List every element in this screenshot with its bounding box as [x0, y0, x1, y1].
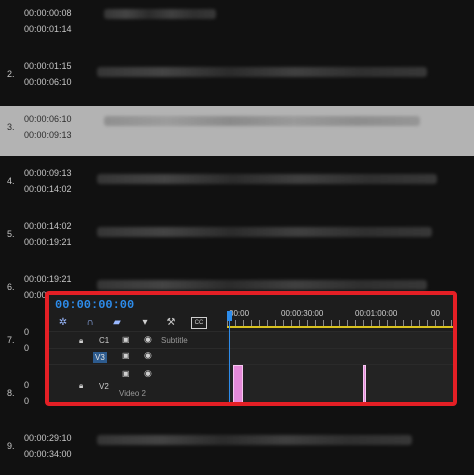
caption-item-selected[interactable]: 3. 00:00:06:10 00:00:09:13: [0, 106, 474, 156]
caption-item[interactable]: 5. 00:00:14:02 00:00:19:21: [0, 213, 474, 263]
timeline-panel[interactable]: 00:00:00:00 ✲ ∩ ▰ ▾ ⚒ CC 00:00 00:00:30:…: [45, 291, 457, 406]
caption-text-blurred: [104, 116, 420, 126]
caption-number: 6.: [7, 282, 15, 292]
time-ruler[interactable]: 00:00 00:00:30:00 00:01:00:00 00: [227, 305, 453, 331]
caption-out-timecode: 0: [24, 396, 30, 406]
caption-item[interactable]: 4. 00:00:09:13 00:00:14:02: [0, 160, 474, 210]
caption-text-blurred: [97, 280, 427, 290]
caption-out-timecode: 00:00:14:02: [24, 184, 72, 194]
eye-icon[interactable]: ◉: [144, 368, 152, 379]
caption-clip[interactable]: [363, 365, 366, 402]
ruler-label: 00:01:00:00: [355, 309, 398, 318]
caption-out-timecode: 00:00:09:13: [24, 130, 72, 140]
eye-icon[interactable]: ◉: [144, 350, 152, 361]
caption-number: 2.: [7, 69, 15, 79]
captions-icon[interactable]: CC: [191, 317, 207, 329]
caption-text-blurred: [97, 174, 437, 184]
caption-in-timecode: 00:00:09:13: [24, 168, 72, 178]
track-header: 🔒︎ C1 ▣ ◉ Subtitle: [49, 332, 227, 349]
track-label[interactable]: V3: [93, 352, 107, 363]
caption-out-timecode: 00:00:19:21: [24, 237, 72, 247]
caption-out-timecode: 00:00:34:00: [24, 449, 72, 459]
lock-icon[interactable]: 🔒︎: [79, 336, 83, 346]
playhead-line: [229, 321, 230, 402]
ruler-label: 00:00: [229, 309, 250, 318]
track-v3: V3 ▣ ◉: [49, 348, 453, 365]
work-area-bar[interactable]: [227, 326, 453, 328]
caption-out-timecode: 00:00:01:14: [24, 24, 72, 34]
snap-icon[interactable]: ✲: [57, 317, 69, 329]
ruler-label: 00: [431, 309, 440, 318]
track-header: 🔒︎ V2 ▣ ◉ Video 2: [49, 365, 227, 402]
magnet-icon[interactable]: ∩: [84, 317, 96, 329]
track-c1: 🔒︎ C1 ▣ ◉ Subtitle: [49, 331, 453, 349]
caption-in-timecode: 00:00:06:10: [24, 114, 72, 124]
caption-item[interactable]: 9. 00:00:29:10 00:00:34:00: [0, 425, 474, 475]
lock-icon[interactable]: 🔒︎: [79, 381, 83, 391]
caption-number: 3.: [7, 122, 15, 132]
caption-number: 8.: [7, 388, 15, 398]
caption-out-timecode: 00:00:06:10: [24, 77, 72, 87]
caption-in-timecode: 0: [24, 327, 30, 337]
caption-in-timecode: 00:00:01:15: [24, 61, 72, 71]
caption-item[interactable]: 2. 00:00:01:15 00:00:06:10: [0, 53, 474, 103]
playhead[interactable]: [227, 311, 232, 321]
caption-number: 9.: [7, 441, 15, 451]
wrench-icon[interactable]: ⚒: [165, 317, 177, 329]
track-body[interactable]: [227, 349, 453, 365]
caption-text-blurred: [97, 67, 427, 77]
caption-item[interactable]: 00:00:00:08 00:00:01:14: [0, 0, 474, 50]
track-body[interactable]: [227, 365, 453, 402]
track-v2: 🔒︎ V2 ▣ ◉ Video 2: [49, 364, 453, 402]
track-label[interactable]: C1: [97, 335, 111, 346]
caption-number: 7.: [7, 335, 15, 345]
caption-in-timecode: 0: [24, 380, 30, 390]
caption-clip[interactable]: [233, 365, 243, 402]
eye-icon[interactable]: ◉: [144, 334, 152, 345]
track-name: Video 2: [119, 389, 146, 398]
caption-text-blurred: [104, 9, 216, 19]
caption-in-timecode: 00:00:29:10: [24, 433, 72, 443]
camera-icon[interactable]: ▣: [122, 335, 130, 344]
caption-in-timecode: 00:00:14:02: [24, 221, 72, 231]
caption-in-timecode: 00:00:00:08: [24, 8, 72, 18]
caption-in-timecode: 00:00:19:21: [24, 274, 72, 284]
track-name: Subtitle: [161, 336, 188, 345]
caption-text-blurred: [97, 227, 432, 237]
track-header: V3 ▣ ◉: [49, 349, 227, 365]
track-body[interactable]: [227, 332, 453, 349]
caption-out-timecode: 0: [24, 343, 30, 353]
camera-icon[interactable]: ▣: [122, 351, 130, 360]
linked-selection-icon[interactable]: ▰: [111, 317, 123, 329]
track-label[interactable]: V2: [97, 381, 111, 392]
marker-icon[interactable]: ▾: [139, 317, 151, 329]
caption-number: 5.: [7, 229, 15, 239]
timeline-timecode[interactable]: 00:00:00:00: [55, 298, 134, 312]
camera-icon[interactable]: ▣: [122, 369, 130, 378]
ruler-label: 00:00:30:00: [281, 309, 324, 318]
caption-number: 4.: [7, 176, 15, 186]
caption-text-blurred: [97, 435, 412, 445]
